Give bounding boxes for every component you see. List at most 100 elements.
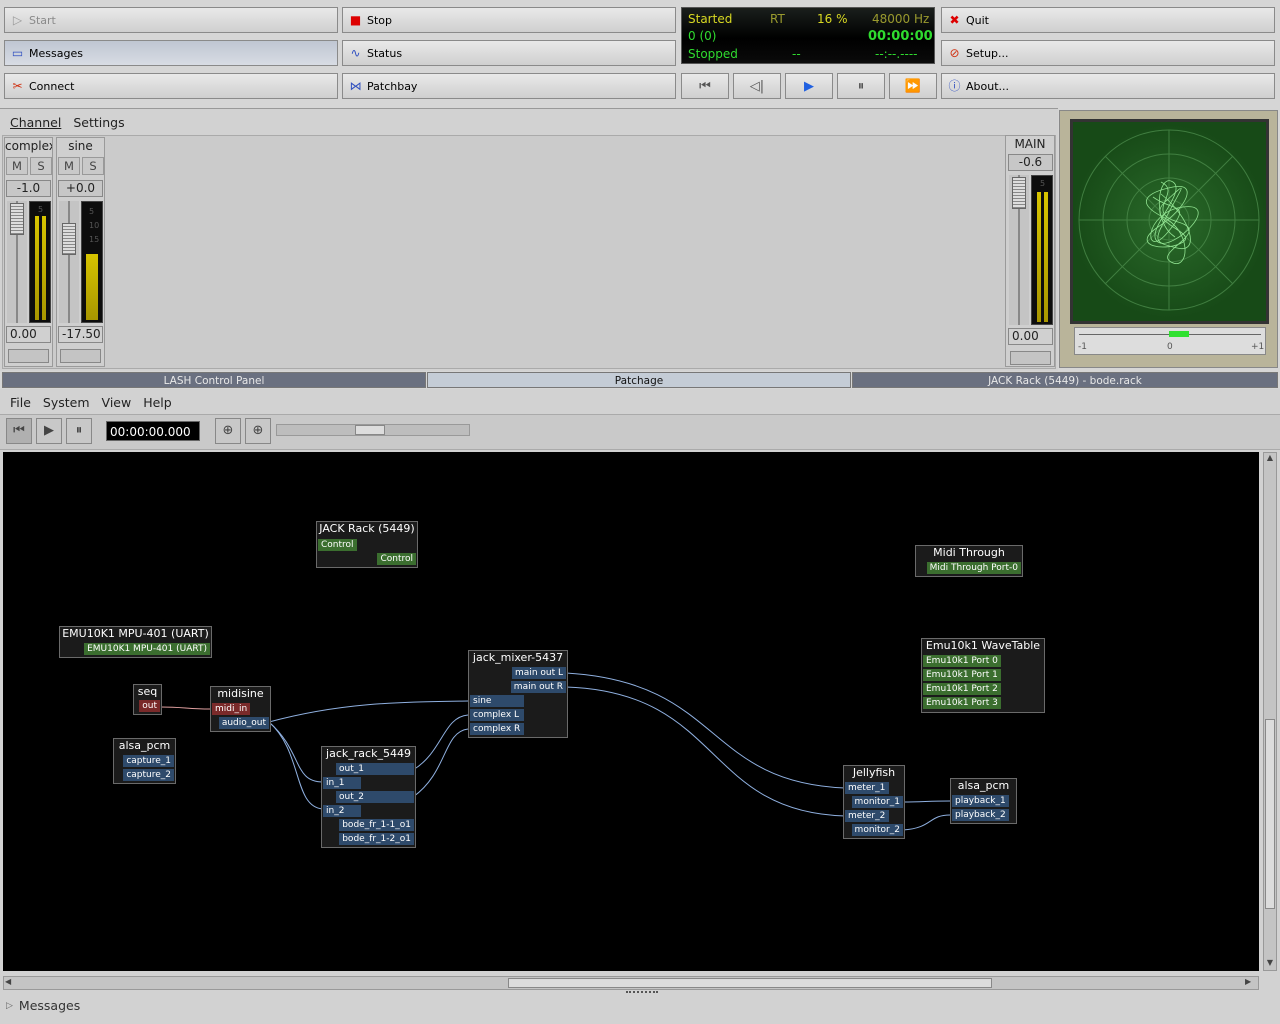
- port-wavetable-2[interactable]: Emu10k1 Port 2: [923, 683, 1001, 695]
- setup-button[interactable]: ⊘ Setup...: [941, 40, 1275, 66]
- port-capture-2[interactable]: capture_2: [123, 769, 174, 781]
- menu-settings[interactable]: Settings: [73, 115, 124, 130]
- fader-handle[interactable]: [1012, 177, 1026, 209]
- solo-button[interactable]: S: [30, 157, 52, 175]
- patch-canvas[interactable]: JACK Rack (5449) Control Control Midi Th…: [3, 452, 1259, 971]
- scroll-left-icon[interactable]: ◀: [5, 977, 17, 986]
- fader-handle[interactable]: [10, 203, 24, 235]
- port-complex-l[interactable]: complex L: [470, 709, 524, 721]
- channel-control[interactable]: [60, 349, 101, 363]
- module-midisine[interactable]: midisine midi_in audio_out: [210, 686, 271, 732]
- module-jack-rack-control[interactable]: JACK Rack (5449) Control Control: [316, 521, 418, 568]
- pause-button[interactable]: ⏸: [837, 73, 885, 99]
- module-alsa-pcm-playback[interactable]: alsa_pcm playback_1 playback_2: [950, 778, 1017, 824]
- module-midi-through[interactable]: Midi Through Midi Through Port-0: [915, 545, 1023, 577]
- port-audio-out[interactable]: audio_out: [218, 717, 269, 729]
- port-in-1[interactable]: in_1: [323, 777, 361, 789]
- port-capture-1[interactable]: capture_1: [123, 755, 174, 767]
- module-jellyfish[interactable]: Jellyfish meter_1 monitor_1 meter_2 moni…: [843, 765, 905, 839]
- task-lash-control-panel[interactable]: LASH Control Panel: [2, 372, 426, 388]
- port-midi-through[interactable]: Midi Through Port-0: [926, 562, 1021, 574]
- menu-system[interactable]: System: [43, 395, 90, 410]
- rewind-button[interactable]: ⏮: [681, 73, 729, 99]
- balance-value[interactable]: -1.0: [6, 180, 51, 197]
- messages-expander[interactable]: ▷ Messages: [6, 998, 80, 1013]
- port-mpu[interactable]: EMU10K1 MPU-401 (UART): [84, 643, 210, 655]
- gain-value[interactable]: 0.00: [6, 326, 51, 343]
- module-seq[interactable]: seq out: [133, 684, 162, 715]
- channel-control[interactable]: [1010, 351, 1051, 365]
- pane-resize-handle[interactable]: [626, 991, 658, 996]
- pause-button[interactable]: ⏸: [66, 418, 92, 444]
- rewind-button[interactable]: ⏮: [6, 418, 32, 444]
- quit-button[interactable]: ✖ Quit: [941, 7, 1275, 33]
- port-complex-r[interactable]: complex R: [470, 723, 524, 735]
- scroll-down-icon[interactable]: ▼: [1265, 958, 1275, 970]
- menu-file[interactable]: File: [10, 395, 31, 410]
- port-playback-1[interactable]: playback_1: [952, 795, 1009, 807]
- about-button[interactable]: ⓘ About...: [941, 73, 1275, 99]
- forward-button[interactable]: ⏩: [889, 73, 937, 99]
- solo-button[interactable]: S: [82, 157, 104, 175]
- port-sine[interactable]: sine: [470, 695, 524, 707]
- port-wavetable-1[interactable]: Emu10k1 Port 1: [923, 669, 1001, 681]
- port-playback-2[interactable]: playback_2: [952, 809, 1009, 821]
- port-control-in[interactable]: Control: [318, 539, 357, 551]
- patchbay-button[interactable]: ⋈ Patchbay: [342, 73, 676, 99]
- module-jack-rack[interactable]: jack_rack_5449 out_1 in_1 out_2 in_2 bod…: [321, 746, 416, 848]
- port-in-2[interactable]: in_2: [323, 805, 361, 817]
- port-meter-1[interactable]: meter_1: [845, 782, 889, 794]
- balance-value[interactable]: -0.6: [1008, 154, 1053, 171]
- volume-fader[interactable]: [1009, 175, 1029, 325]
- mute-button[interactable]: M: [58, 157, 80, 175]
- module-emu10k1-mpu[interactable]: EMU10K1 MPU-401 (UART) EMU10K1 MPU-401 (…: [59, 626, 212, 658]
- zoom-slider-handle[interactable]: [355, 425, 385, 435]
- mute-button[interactable]: M: [6, 157, 28, 175]
- menu-view[interactable]: View: [102, 395, 132, 410]
- scroll-up-icon[interactable]: ▲: [1265, 453, 1275, 465]
- status-button[interactable]: ∿ Status: [342, 40, 676, 66]
- port-main-out-r[interactable]: main out R: [510, 681, 566, 693]
- port-bode-1[interactable]: bode_fr_1-1_o1: [339, 819, 414, 831]
- zoom-fit-button[interactable]: ⊕: [215, 418, 241, 444]
- module-alsa-pcm-capture[interactable]: alsa_pcm capture_1 capture_2: [113, 738, 176, 784]
- port-out-2[interactable]: out_2: [336, 791, 414, 803]
- task-jack-rack[interactable]: JACK Rack (5449) - bode.rack: [852, 372, 1278, 388]
- channel-name[interactable]: complex: [5, 139, 52, 153]
- port-wavetable-3[interactable]: Emu10k1 Port 3: [923, 697, 1001, 709]
- port-main-out-l[interactable]: main out L: [512, 667, 566, 679]
- play-button[interactable]: ▶: [785, 73, 833, 99]
- port-seq-out[interactable]: out: [139, 700, 160, 712]
- port-midi-in[interactable]: midi_in: [212, 703, 251, 715]
- menu-channel[interactable]: Channel: [10, 115, 61, 130]
- messages-button[interactable]: ▭ Messages: [4, 40, 338, 66]
- horizontal-scrollbar[interactable]: ◀ ▶: [3, 976, 1259, 990]
- zoom-slider[interactable]: [276, 424, 470, 436]
- gain-value[interactable]: -17.50: [58, 326, 103, 343]
- volume-fader[interactable]: [7, 201, 27, 323]
- fader-handle[interactable]: [62, 223, 76, 255]
- vertical-scroll-thumb[interactable]: [1265, 719, 1275, 909]
- port-meter-2[interactable]: meter_2: [845, 810, 889, 822]
- vertical-scrollbar[interactable]: ▲ ▼: [1263, 452, 1277, 971]
- scroll-right-icon[interactable]: ▶: [1245, 977, 1257, 986]
- port-control-out[interactable]: Control: [377, 553, 416, 565]
- play-button[interactable]: ▶: [36, 418, 62, 444]
- balance-value[interactable]: +0.0: [58, 180, 103, 197]
- port-out-1[interactable]: out_1: [336, 763, 414, 775]
- module-jack-mixer[interactable]: jack_mixer-5437 main out L main out R si…: [468, 650, 568, 738]
- volume-fader[interactable]: [59, 201, 79, 323]
- channel-control[interactable]: [8, 349, 49, 363]
- gain-value[interactable]: 0.00: [1008, 328, 1053, 345]
- task-patchage[interactable]: Patchage: [427, 372, 851, 388]
- backward-button[interactable]: ◁|: [733, 73, 781, 99]
- zoom-in-button[interactable]: ⊕: [245, 418, 271, 444]
- port-monitor-1[interactable]: monitor_1: [851, 796, 903, 808]
- menu-help[interactable]: Help: [143, 395, 172, 410]
- port-wavetable-0[interactable]: Emu10k1 Port 0: [923, 655, 1001, 667]
- horizontal-scroll-thumb[interactable]: [508, 978, 992, 988]
- port-bode-2[interactable]: bode_fr_1-2_o1: [339, 833, 414, 845]
- start-button[interactable]: ▷ Start: [4, 7, 338, 33]
- channel-name[interactable]: sine: [57, 139, 104, 153]
- port-monitor-2[interactable]: monitor_2: [851, 824, 903, 836]
